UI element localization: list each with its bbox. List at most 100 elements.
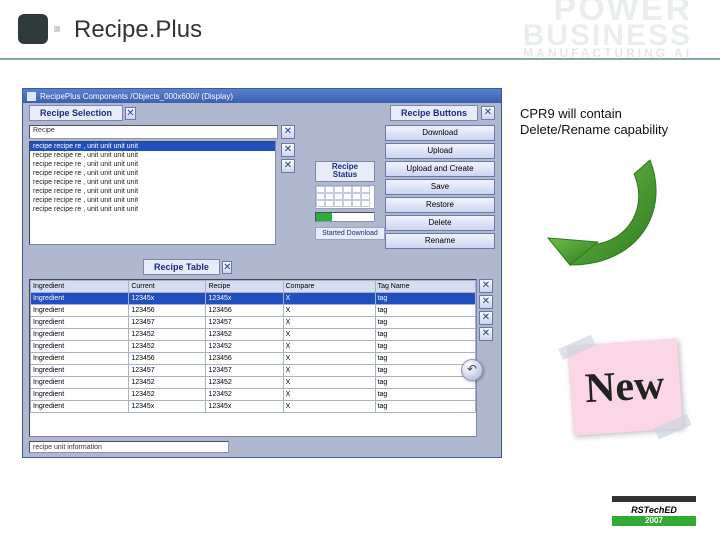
recipe-table-scroll[interactable]: IngredientCurrentRecipeCompareTag Name I… bbox=[29, 279, 477, 437]
recipe-selection-label: Recipe Selection bbox=[29, 105, 123, 121]
recipe-field[interactable]: Recipe bbox=[29, 125, 278, 139]
column-header[interactable]: Current bbox=[129, 281, 206, 293]
slide-logo-icon bbox=[18, 14, 48, 44]
save-button[interactable]: Save bbox=[385, 179, 495, 195]
table-cell: 123452 bbox=[129, 377, 206, 389]
upload-button[interactable]: Upload bbox=[385, 143, 495, 159]
table-row[interactable]: Ingredient123457123457Xtag bbox=[31, 317, 476, 329]
table-row[interactable]: Ingredient123456123456Xtag bbox=[31, 353, 476, 365]
table-cell: Ingredient bbox=[31, 401, 129, 413]
close-icon[interactable]: ✕ bbox=[281, 143, 295, 157]
restore-button[interactable]: Restore bbox=[385, 197, 495, 213]
table-cell: 123452 bbox=[206, 389, 283, 401]
table-cell: X bbox=[283, 365, 375, 377]
close-icon[interactable]: ✕ bbox=[125, 107, 135, 120]
rename-button[interactable]: Rename bbox=[385, 233, 495, 249]
table-row[interactable]: Ingredient123452123452Xtag bbox=[31, 329, 476, 341]
table-cell: tag bbox=[375, 341, 475, 353]
footer-logo: RSTechED 2007 bbox=[612, 496, 696, 530]
list-item[interactable]: recipe recipe re , unit unit unit unit bbox=[30, 205, 275, 214]
close-icon[interactable]: ✕ bbox=[479, 327, 493, 341]
annotation-line: Delete/Rename capability bbox=[520, 122, 668, 138]
table-cell: X bbox=[283, 341, 375, 353]
tape-icon bbox=[654, 414, 692, 440]
close-icon[interactable]: ✕ bbox=[222, 261, 232, 274]
titlebar[interactable]: RecipePlus Components /Objects_000x600//… bbox=[23, 89, 501, 103]
table-row[interactable]: Ingredient123452123452Xtag bbox=[31, 341, 476, 353]
table-cell: 123457 bbox=[129, 317, 206, 329]
app-icon bbox=[27, 92, 36, 101]
table-row[interactable]: Ingredient123452123452Xtag bbox=[31, 389, 476, 401]
bg-word: BUSINESS bbox=[523, 22, 692, 49]
table-cell: 123452 bbox=[206, 329, 283, 341]
list-item[interactable]: recipe recipe re , unit unit unit unit bbox=[30, 196, 275, 205]
table-row[interactable]: Ingredient123457123457Xtag bbox=[31, 365, 476, 377]
table-cell: Ingredient bbox=[31, 329, 129, 341]
table-cell: tag bbox=[375, 317, 475, 329]
list-item[interactable]: recipe recipe re , unit unit unit unit bbox=[30, 178, 275, 187]
new-sticker: New bbox=[567, 338, 683, 435]
table-cell: tag bbox=[375, 401, 475, 413]
list-item[interactable]: recipe recipe re , unit unit unit unit bbox=[30, 142, 275, 151]
table-cell: 123452 bbox=[129, 341, 206, 353]
table-row[interactable]: Ingredient123456123456Xtag bbox=[31, 305, 476, 317]
column-header[interactable]: Compare bbox=[283, 281, 375, 293]
table-row[interactable]: Ingredient12345x12345xXtag bbox=[31, 401, 476, 413]
table-cell: 123456 bbox=[129, 305, 206, 317]
slide-title: Recipe.Plus bbox=[74, 16, 202, 44]
table-cell: 123452 bbox=[129, 329, 206, 341]
footer-info-field[interactable]: recipe unit information bbox=[29, 441, 229, 453]
recipe-selection-header: Recipe Selection ✕ bbox=[29, 105, 136, 121]
delete-button[interactable]: Delete bbox=[385, 215, 495, 231]
close-icon[interactable]: ✕ bbox=[479, 311, 493, 325]
recipe-buttons-header: Recipe Buttons ✕ bbox=[390, 105, 495, 121]
list-item[interactable]: recipe recipe re , unit unit unit unit bbox=[30, 151, 275, 160]
close-icon[interactable]: ✕ bbox=[479, 295, 493, 309]
table-cell: Ingredient bbox=[31, 353, 129, 365]
column-header[interactable]: Recipe bbox=[206, 281, 283, 293]
upload-create-button[interactable]: Upload and Create bbox=[385, 161, 495, 177]
footer-year: 2007 bbox=[612, 516, 696, 526]
list-item[interactable]: recipe recipe re , unit unit unit unit bbox=[30, 169, 275, 178]
table-cell: 123456 bbox=[129, 353, 206, 365]
recipe-status-panel: Recipe Status Started Download bbox=[315, 161, 375, 240]
table-row[interactable]: Ingredient123452123452Xtag bbox=[31, 377, 476, 389]
recipe-table: IngredientCurrentRecipeCompareTag Name I… bbox=[30, 280, 476, 413]
close-icon[interactable]: ✕ bbox=[481, 106, 495, 120]
table-cell: 123452 bbox=[206, 341, 283, 353]
table-cell: 123457 bbox=[129, 365, 206, 377]
table-cell: 12345x bbox=[129, 401, 206, 413]
table-cell: 123456 bbox=[206, 353, 283, 365]
table-cell: X bbox=[283, 305, 375, 317]
bg-word: MANUFACTURING AI bbox=[523, 48, 692, 59]
column-header[interactable]: Ingredient bbox=[31, 281, 129, 293]
table-cell: tag bbox=[375, 293, 475, 305]
list-item[interactable]: recipe recipe re , unit unit unit unit bbox=[30, 187, 275, 196]
list-item[interactable]: recipe recipe re , unit unit unit unit bbox=[30, 160, 275, 169]
table-cell: 12345x bbox=[206, 293, 283, 305]
progress-bar bbox=[315, 212, 375, 222]
table-cell: X bbox=[283, 353, 375, 365]
table-row[interactable]: Ingredient12345x12345xXtag bbox=[31, 293, 476, 305]
recipe-table-label: Recipe Table bbox=[143, 259, 220, 275]
table-cell: Ingredient bbox=[31, 377, 129, 389]
app-window: RecipePlus Components /Objects_000x600//… bbox=[22, 88, 502, 458]
refresh-round-button[interactable] bbox=[461, 359, 483, 381]
table-cell: tag bbox=[375, 353, 475, 365]
recipe-listbox[interactable]: recipe recipe re , unit unit unit unitre… bbox=[29, 141, 276, 245]
close-icon[interactable]: ✕ bbox=[281, 125, 295, 139]
download-button[interactable]: Download bbox=[385, 125, 495, 141]
table-cell: Ingredient bbox=[31, 341, 129, 353]
slide-header: Recipe.Plus POWER BUSINESS MANUFACTURING… bbox=[0, 0, 720, 60]
annotation-line: CPR9 will contain bbox=[520, 106, 668, 122]
sticker-text: New bbox=[584, 361, 666, 413]
table-cell: 123457 bbox=[206, 365, 283, 377]
close-icon[interactable]: ✕ bbox=[479, 279, 493, 293]
table-cell: 123457 bbox=[206, 317, 283, 329]
annotation: CPR9 will contain Delete/Rename capabili… bbox=[520, 106, 668, 139]
recipe-buttons-label: Recipe Buttons bbox=[390, 105, 478, 121]
table-cell: Ingredient bbox=[31, 389, 129, 401]
close-icon[interactable]: ✕ bbox=[281, 159, 295, 173]
column-header[interactable]: Tag Name bbox=[375, 281, 475, 293]
table-cell: 123452 bbox=[129, 389, 206, 401]
